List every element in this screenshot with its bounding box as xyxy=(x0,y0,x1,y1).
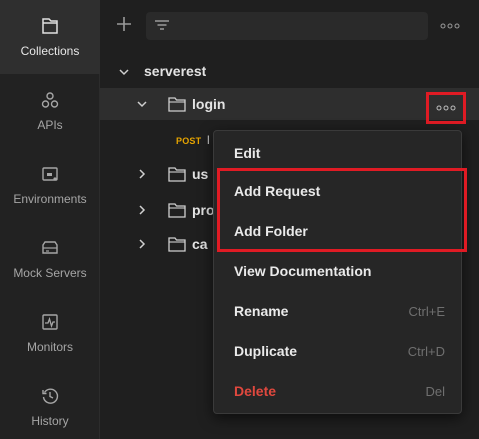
rail-item-monitors[interactable]: Monitors xyxy=(0,296,100,370)
panel-toolbar xyxy=(100,0,479,52)
rail-item-apis[interactable]: APIs xyxy=(0,74,100,148)
rail-label: Collections xyxy=(20,44,80,58)
menu-item-shortcut: Del xyxy=(425,383,445,399)
folder-name: ca xyxy=(192,236,208,252)
monitors-icon xyxy=(38,310,62,334)
filter-icon xyxy=(155,20,169,30)
history-icon xyxy=(38,384,62,408)
chevron-right-icon[interactable] xyxy=(136,168,148,180)
new-collection-button[interactable] xyxy=(112,12,136,36)
collection-name: serverest xyxy=(144,63,207,79)
menu-item-label: Rename xyxy=(234,303,289,319)
more-options-button[interactable] xyxy=(438,16,462,36)
rail-item-history[interactable]: History xyxy=(0,370,100,439)
folder-icon xyxy=(168,167,186,182)
collection-row[interactable]: serverest xyxy=(100,56,479,88)
left-nav-rail: Collections APIs Environments Mock Serve… xyxy=(0,0,100,439)
menu-item-label: Edit xyxy=(234,145,261,161)
chevron-right-icon[interactable] xyxy=(136,204,148,216)
rail-label: Environments xyxy=(13,192,87,206)
rail-item-mock-servers[interactable]: Mock Servers xyxy=(0,222,100,296)
request-name: l xyxy=(207,133,210,147)
menu-item-shortcut: Ctrl+E xyxy=(408,303,445,319)
menu-item-delete[interactable]: Delete Del xyxy=(214,371,463,411)
chevron-down-icon[interactable] xyxy=(118,66,130,78)
rail-item-environments[interactable]: Environments xyxy=(0,148,100,222)
menu-item-duplicate[interactable]: Duplicate Ctrl+D xyxy=(214,331,463,371)
collections-icon xyxy=(38,14,62,38)
menu-item-edit[interactable]: Edit xyxy=(214,133,463,173)
chevron-right-icon[interactable] xyxy=(136,238,148,250)
environments-icon xyxy=(38,162,62,186)
rail-item-collections[interactable]: Collections xyxy=(0,0,100,74)
rail-label: Monitors xyxy=(26,340,73,354)
menu-item-rename[interactable]: Rename Ctrl+E xyxy=(214,291,463,331)
mock-servers-icon xyxy=(38,236,62,260)
folder-icon xyxy=(168,237,186,252)
annotation-highlight-box xyxy=(217,168,467,252)
rail-label: Mock Servers xyxy=(13,266,87,280)
filter-input[interactable] xyxy=(146,12,428,40)
menu-item-label: Duplicate xyxy=(234,343,298,359)
menu-item-view-documentation[interactable]: View Documentation xyxy=(214,251,463,291)
rail-label: APIs xyxy=(37,118,63,132)
menu-item-shortcut: Ctrl+D xyxy=(407,343,445,359)
folder-icon xyxy=(168,203,186,218)
folder-name: pro xyxy=(192,202,215,218)
folder-more-options-button[interactable] xyxy=(426,92,466,124)
method-badge: POST xyxy=(176,136,202,146)
chevron-down-icon[interactable] xyxy=(136,98,148,110)
more-icon xyxy=(436,105,456,111)
menu-item-label: Delete xyxy=(234,383,277,399)
apis-icon xyxy=(38,88,62,112)
folder-name: login xyxy=(192,96,226,112)
plus-icon xyxy=(117,17,131,31)
menu-item-label: View Documentation xyxy=(234,263,372,279)
folder-row-login[interactable]: login xyxy=(100,88,479,120)
more-icon xyxy=(440,23,460,29)
folder-icon xyxy=(168,97,186,112)
rail-label: History xyxy=(31,414,69,428)
folder-name: us xyxy=(192,166,209,182)
